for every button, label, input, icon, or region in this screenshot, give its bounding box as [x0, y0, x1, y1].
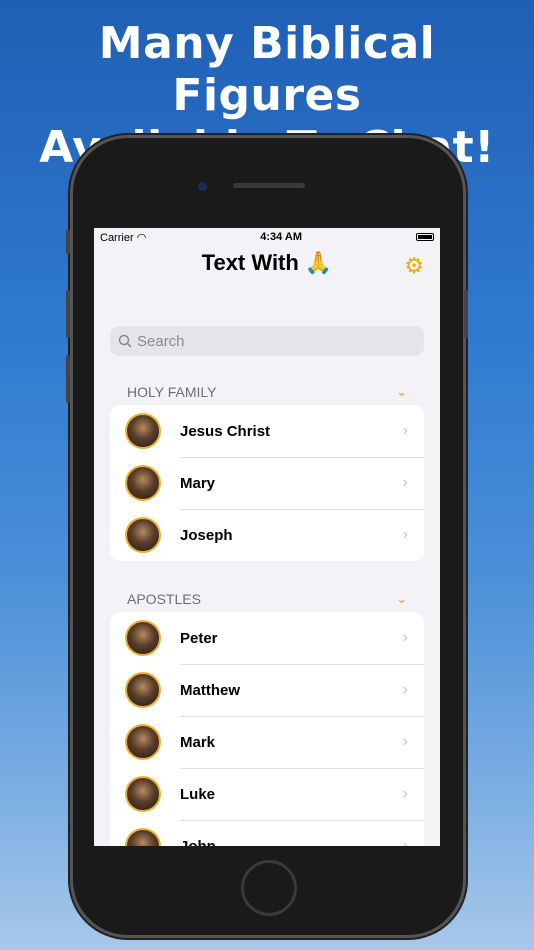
list-item[interactable]: Peter ›	[110, 612, 424, 664]
avatar	[125, 776, 161, 812]
search-icon	[118, 334, 132, 348]
list-item[interactable]: Luke ›	[110, 768, 424, 820]
section-header[interactable]: APOSTLES ⌄	[127, 591, 407, 607]
mute-switch	[66, 230, 70, 254]
power-button	[464, 290, 468, 338]
chevron-right-icon: ›	[402, 681, 408, 698]
avatar	[125, 828, 161, 846]
speaker	[233, 183, 305, 188]
avatar	[125, 620, 161, 656]
gear-icon[interactable]: ⚙	[404, 253, 424, 279]
volume-down	[66, 355, 70, 403]
chevron-right-icon: ›	[402, 629, 408, 646]
section-header[interactable]: HOLY FAMILY ⌄	[127, 384, 407, 400]
figure-name: John	[180, 837, 216, 847]
chevron-right-icon: ›	[402, 422, 408, 439]
chevron-right-icon: ›	[402, 785, 408, 802]
list-item[interactable]: Matthew ›	[110, 664, 424, 716]
figure-name: Mark	[180, 733, 216, 751]
carrier-label: Carrier ◠	[100, 231, 147, 244]
battery-icon	[415, 233, 434, 241]
chevron-down-icon[interactable]: ⌄	[396, 591, 407, 607]
figure-name: Peter	[180, 629, 218, 647]
page-title: Text With 🙏	[201, 250, 333, 275]
list-item[interactable]: John ›	[110, 820, 424, 846]
avatar	[125, 413, 161, 449]
list-item[interactable]: Jesus Christ ›	[110, 405, 424, 457]
headline-line-1: Many Biblical Figures	[98, 18, 436, 121]
app-screen: Carrier ◠ 4:34 AM Text With 🙏 ⚙ Search H…	[94, 228, 440, 846]
avatar	[125, 517, 161, 553]
section-list: Peter › Matthew › Mark › Luke › John ›	[110, 612, 424, 846]
avatar	[125, 672, 161, 708]
section-title: APOSTLES	[127, 591, 201, 607]
chevron-right-icon: ›	[402, 474, 408, 491]
list-item[interactable]: Mark ›	[110, 716, 424, 768]
volume-up	[66, 290, 70, 338]
chevron-right-icon: ›	[402, 837, 408, 846]
search-input[interactable]: Search	[110, 326, 424, 356]
camera	[198, 182, 207, 191]
figure-name: Luke	[180, 785, 216, 803]
home-button[interactable]	[241, 860, 297, 916]
chevron-right-icon: ›	[402, 733, 408, 750]
figure-name: Matthew	[180, 681, 240, 699]
time: 4:34 AM	[260, 231, 303, 243]
chevron-down-icon[interactable]: ⌄	[396, 384, 407, 400]
avatar	[125, 724, 161, 760]
avatar	[125, 465, 161, 501]
section-title: HOLY FAMILY	[127, 384, 217, 400]
wifi-icon: ◠	[136, 231, 147, 244]
chevron-right-icon: ›	[402, 526, 408, 543]
list-item[interactable]: Mary ›	[110, 457, 424, 509]
figure-name: Jesus Christ	[180, 422, 271, 440]
list-item[interactable]: Joseph ›	[110, 509, 424, 561]
figure-name: Mary	[180, 474, 216, 492]
section-list: Jesus Christ › Mary › Joseph ›	[110, 405, 424, 561]
figure-name: Joseph	[180, 526, 233, 544]
status-bar: Carrier ◠ 4:34 AM	[94, 228, 440, 246]
